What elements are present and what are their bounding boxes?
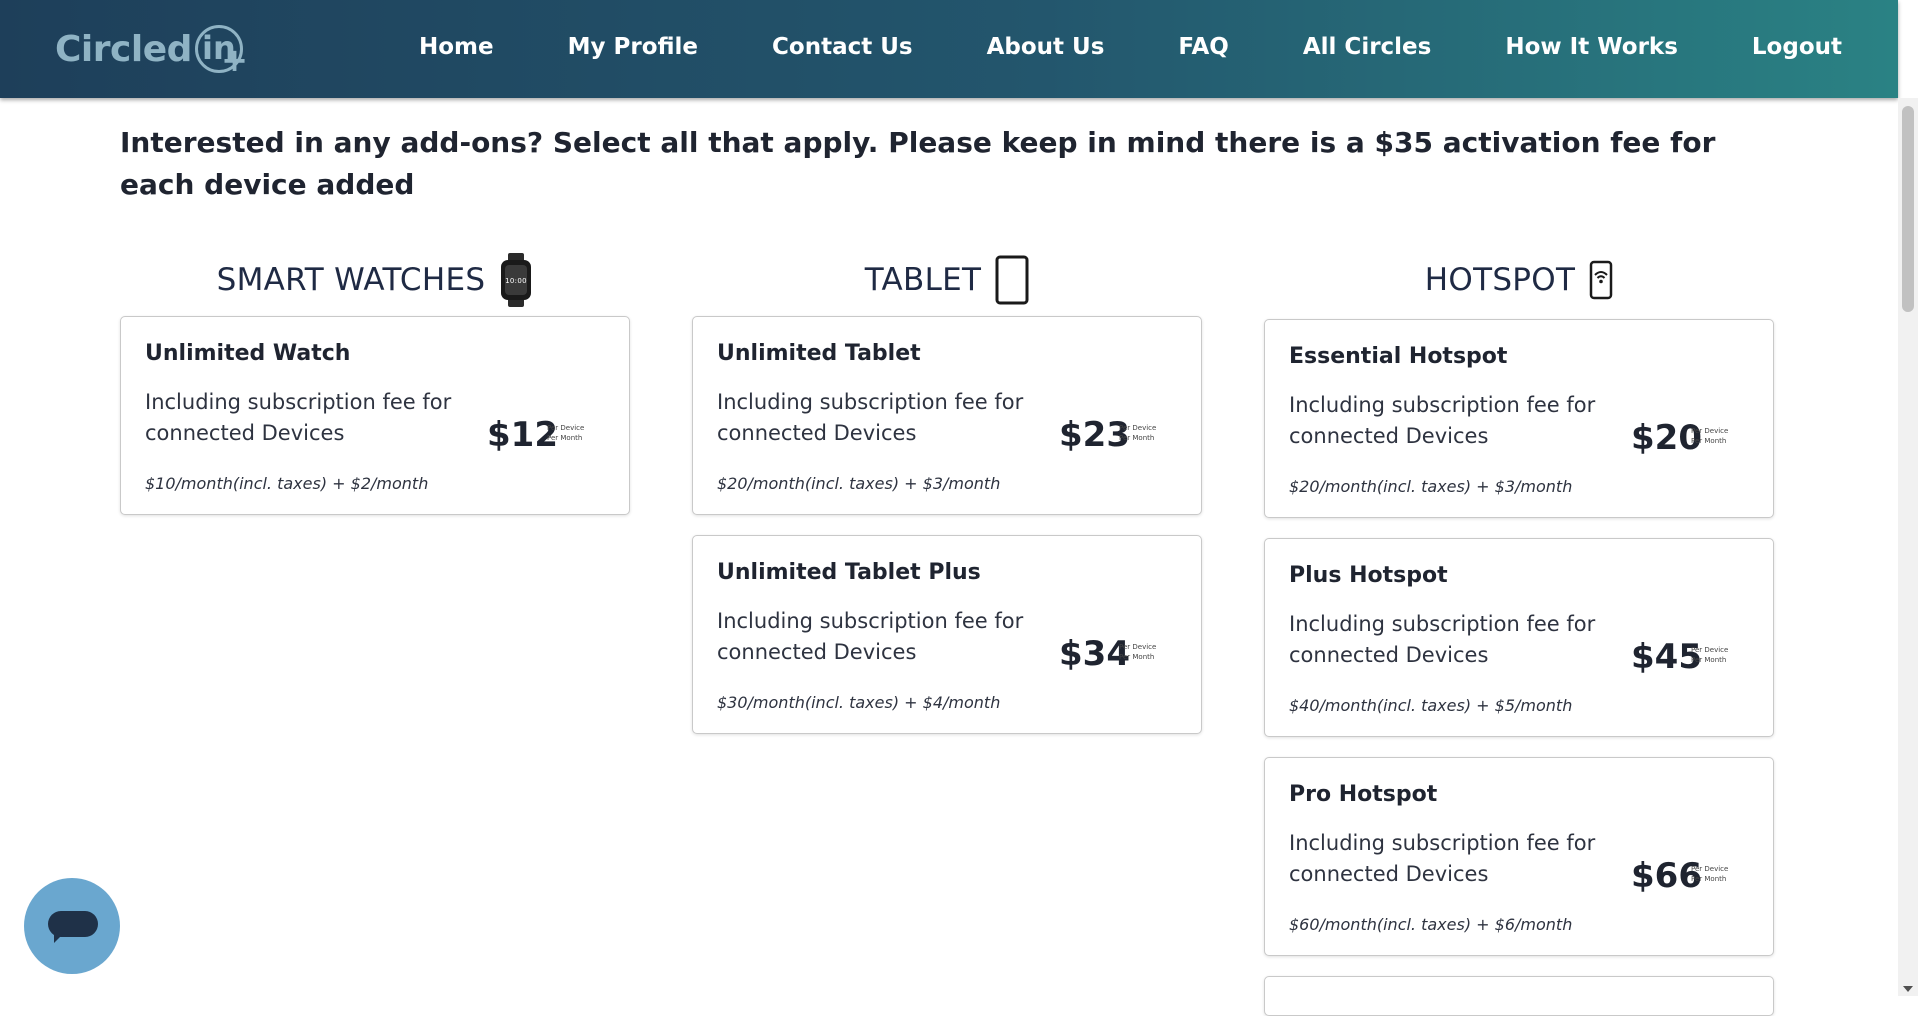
per-month-label: Per Month xyxy=(1691,437,1727,445)
per-month-label: Per Month xyxy=(1119,434,1155,442)
smartwatch-icon: 10:00 xyxy=(501,253,532,307)
plan-description: Including subscription fee for connected… xyxy=(1289,831,1596,886)
plan-fine-print: $10/month(incl. taxes) + $2/month xyxy=(145,474,429,493)
per-device-label: Per Device xyxy=(1691,865,1729,873)
circledin-logo[interactable]: Circled in + xyxy=(55,22,248,79)
logo-circle-icon: in + xyxy=(194,25,248,79)
plan-title: Plus Hotspot xyxy=(1289,563,1448,588)
addons-intro-text: Interested in any add-ons? Select all th… xyxy=(120,126,1716,201)
per-month-label: Per Month xyxy=(547,434,583,442)
nav-contact-us[interactable]: Contact Us xyxy=(772,34,913,60)
nav-faq[interactable]: FAQ xyxy=(1178,34,1228,60)
plan-card-unlimited-tablet-plus[interactable]: Unlimited Tablet Plus Including subscrip… xyxy=(692,535,1202,734)
plan-price-unit: Per Device Per Month xyxy=(1691,426,1728,446)
plan-fine-print: $30/month(incl. taxes) + $4/month xyxy=(717,693,1001,712)
plan-price-unit: Per Device Per Month xyxy=(547,423,584,443)
plan-price-unit: Per Device Per Month xyxy=(1119,642,1156,662)
tablet-icon xyxy=(995,255,1029,305)
plan-price-unit: Per Device Per Month xyxy=(1119,423,1156,443)
plan-title: Unlimited Tablet xyxy=(717,341,921,366)
hotspot-label: HOTSPOT xyxy=(1424,262,1576,298)
nav-logout[interactable]: Logout xyxy=(1752,34,1842,60)
scroll-down-arrow-icon[interactable] xyxy=(1903,986,1913,992)
plan-card-pro-hotspot[interactable]: Pro Hotspot Including subscription fee f… xyxy=(1264,757,1774,956)
plan-card-unlimited-watch[interactable]: Unlimited Watch Including subscription f… xyxy=(120,316,630,515)
per-device-label: Per Device xyxy=(1119,424,1157,432)
nav-how-it-works[interactable]: How It Works xyxy=(1505,34,1678,60)
nav-my-profile[interactable]: My Profile xyxy=(568,34,698,60)
plan-fine-print: $40/month(incl. taxes) + $5/month xyxy=(1289,696,1573,715)
plan-price-unit: Per Device Per Month xyxy=(1691,864,1728,884)
plan-fine-print: $60/month(incl. taxes) + $6/month xyxy=(1289,915,1573,934)
page-scrollbar[interactable] xyxy=(1898,98,1918,996)
plan-fine-print: $20/month(incl. taxes) + $3/month xyxy=(717,474,1001,493)
watch-face-time: 10:00 xyxy=(506,277,528,285)
chat-icon-tail xyxy=(54,933,64,943)
tablet-label: TABLET xyxy=(864,262,982,298)
plan-description: Including subscription fee for connected… xyxy=(717,609,1024,664)
hotspot-heading: HOTSPOT xyxy=(1264,250,1774,310)
plan-card-unlimited-tablet[interactable]: Unlimited Tablet Including subscription … xyxy=(692,316,1202,515)
plan-price-unit: Per Device Per Month xyxy=(1691,645,1728,665)
plan-card-essential-hotspot[interactable]: Essential Hotspot Including subscription… xyxy=(1264,319,1774,518)
plan-title: Pro Hotspot xyxy=(1289,782,1438,807)
plan-description: Including subscription fee for connected… xyxy=(1289,612,1596,667)
logo-text: Circled xyxy=(55,28,192,70)
nav-home[interactable]: Home xyxy=(419,34,494,60)
plan-fine-print: $20/month(incl. taxes) + $3/month xyxy=(1289,477,1573,496)
nav-all-circles[interactable]: All Circles xyxy=(1303,34,1432,60)
nav-about-us[interactable]: About Us xyxy=(987,34,1105,60)
smart-watches-label: SMART WATCHES xyxy=(216,262,486,298)
scrollbar-thumb[interactable] xyxy=(1902,106,1914,312)
plan-description: Including subscription fee for connected… xyxy=(717,390,1024,445)
plan-title: Unlimited Watch xyxy=(145,341,351,366)
plan-description: Including subscription fee for connected… xyxy=(1289,393,1596,448)
smart-watches-heading: SMART WATCHES 10:00 xyxy=(120,250,630,310)
tablet-heading: TABLET xyxy=(692,250,1202,310)
main-nav: Home My Profile Contact Us About Us FAQ … xyxy=(419,0,1842,94)
logo-plus: + xyxy=(221,41,248,79)
plan-title: Unlimited Tablet Plus xyxy=(717,560,981,585)
per-device-label: Per Device xyxy=(1119,643,1157,651)
plan-card-partial[interactable] xyxy=(1264,976,1774,1016)
per-device-label: Per Device xyxy=(1691,646,1729,654)
per-month-label: Per Month xyxy=(1119,653,1155,661)
chat-widget-button[interactable] xyxy=(24,878,120,974)
hotspot-icon xyxy=(1589,260,1613,300)
plan-description: Including subscription fee for connected… xyxy=(145,390,452,445)
per-month-label: Per Month xyxy=(1691,875,1727,883)
plan-title: Essential Hotspot xyxy=(1289,344,1508,369)
plan-card-plus-hotspot[interactable]: Plus Hotspot Including subscription fee … xyxy=(1264,538,1774,737)
per-month-label: Per Month xyxy=(1691,656,1727,664)
top-navigation-bar: Circled in + Home My Profile Contact Us … xyxy=(0,0,1898,98)
per-device-label: Per Device xyxy=(547,424,585,432)
per-device-label: Per Device xyxy=(1691,427,1729,435)
